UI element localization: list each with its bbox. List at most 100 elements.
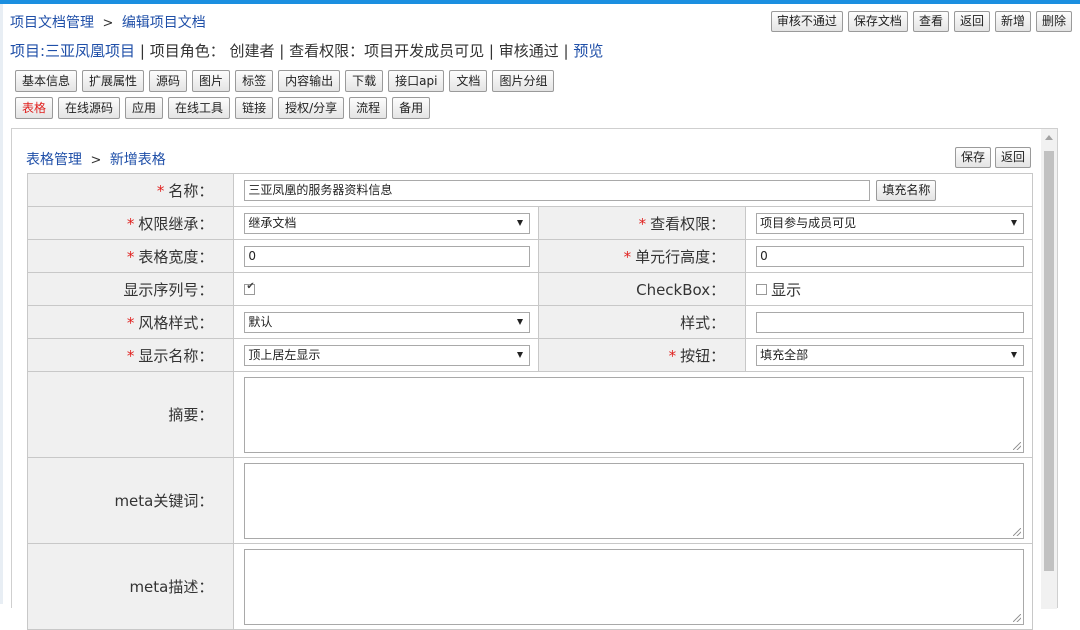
- resize-grip-icon[interactable]: [1013, 441, 1021, 450]
- name-field-cell: 三亚凤凰的服务器资料信息 填充名称: [233, 173, 1033, 207]
- row-height-input[interactable]: 0: [756, 245, 1024, 267]
- name-input[interactable]: 三亚凤凰的服务器资料信息: [244, 179, 871, 201]
- checkbox-field-cell: 显示: [745, 272, 1033, 306]
- summary-label-cell: 摘要：: [26, 371, 235, 458]
- tab-tables[interactable]: 表格: [15, 97, 54, 119]
- display-name-label: 显示名称：: [138, 346, 214, 365]
- button-select[interactable]: 填充全部: [756, 344, 1024, 366]
- tab-api[interactable]: 接口api: [388, 70, 445, 92]
- resize-grip-icon[interactable]: [1013, 613, 1021, 622]
- tab-applications[interactable]: 应用: [125, 97, 164, 119]
- form-row-display: * 显示名称： 顶上居左显示 * 按钮： 填充全部: [26, 338, 1033, 372]
- delete-button[interactable]: 删除: [1035, 11, 1072, 32]
- meta-keywords-label-cell: meta关键词：: [26, 457, 235, 544]
- tab-download[interactable]: 下载: [345, 70, 384, 92]
- breadcrumb-separator: >: [102, 16, 114, 31]
- display-name-label-cell: * 显示名称：: [26, 338, 235, 372]
- style-label-cell: * 风格样式：: [26, 305, 235, 339]
- panel-back-button[interactable]: 返回: [994, 147, 1031, 168]
- inherit-select[interactable]: 继承文档: [244, 212, 531, 234]
- display-name-select[interactable]: 顶上居左显示: [244, 344, 531, 366]
- form-row-name: * 名称： 三亚凤凰的服务器资料信息 填充名称: [26, 173, 1033, 207]
- checkbox-show-label[interactable]: 显示: [771, 281, 801, 299]
- view-button[interactable]: 查看: [912, 11, 949, 32]
- tab-images[interactable]: 图片: [192, 70, 231, 92]
- button-label-cell: * 按钮：: [538, 338, 747, 372]
- tab-content-output[interactable]: 内容输出: [278, 70, 341, 92]
- required-mark: *: [126, 313, 135, 332]
- new-table-link[interactable]: 新增表格: [110, 152, 166, 168]
- new-button[interactable]: 新增: [994, 11, 1031, 32]
- save-document-button[interactable]: 保存文档: [847, 11, 908, 32]
- view-perm-select[interactable]: 项目参与成员可见: [756, 212, 1024, 234]
- tab-source-code[interactable]: 源码: [149, 70, 188, 92]
- form-row-summary: 摘要：: [26, 371, 1033, 458]
- tab-online-source[interactable]: 在线源码: [58, 97, 121, 119]
- table-width-input[interactable]: 0: [244, 245, 531, 267]
- row-height-field-cell: 0: [745, 239, 1033, 273]
- panel-breadcrumb: 表格管理 > 新增表格: [26, 149, 166, 169]
- divider: |: [139, 42, 145, 60]
- checkbox-label-cell: CheckBox：: [538, 272, 747, 306]
- tab-documents[interactable]: 文档: [449, 70, 488, 92]
- style-field-cell: 默认: [233, 305, 540, 339]
- meta-desc-textarea[interactable]: [244, 548, 1024, 625]
- view-perm-select-value: 项目参与成员可见: [760, 215, 857, 230]
- chevron-down-icon: [517, 351, 524, 358]
- table-editor-panel: 表格管理 > 新增表格 保存 返回 * 名称： 三亚凤凰的服务器资料信息 填充名称…: [11, 128, 1058, 630]
- reject-audit-button[interactable]: 审核不通过: [770, 11, 843, 32]
- meta-desc-field-cell: [233, 543, 1033, 630]
- style-select[interactable]: 默认: [244, 311, 531, 333]
- tab-tags[interactable]: 标签: [235, 70, 274, 92]
- breadcrumb-separator: >: [90, 153, 102, 168]
- checkbox-show-checkbox[interactable]: [756, 283, 768, 295]
- summary-textarea[interactable]: [244, 376, 1024, 453]
- row-height-label: 单元行高度：: [635, 247, 726, 266]
- tab-backup[interactable]: 备用: [392, 97, 431, 119]
- project-role: 项目角色： 创建者: [149, 42, 275, 60]
- tab-links[interactable]: 链接: [235, 97, 274, 119]
- vertical-scrollbar[interactable]: [1041, 129, 1057, 609]
- meta-keywords-textarea[interactable]: [244, 462, 1024, 539]
- required-mark: *: [126, 214, 135, 233]
- resize-grip-icon[interactable]: [1013, 527, 1021, 536]
- back-button[interactable]: 返回: [953, 11, 990, 32]
- project-info-line: 项目:三亚凤凰项目 | 项目角色： 创建者 | 查看权限：项目开发成员可见 | …: [10, 40, 603, 61]
- breadcrumb-root-link[interactable]: 项目文档管理: [10, 15, 94, 31]
- required-mark: *: [623, 247, 632, 266]
- tab-online-tools[interactable]: 在线工具: [168, 97, 231, 119]
- button-field-cell: 填充全部: [745, 338, 1033, 372]
- form-row-checks: 显示序列号： CheckBox： 显示: [26, 272, 1033, 306]
- css-label: 样式：: [680, 313, 726, 332]
- css-input[interactable]: [756, 311, 1024, 333]
- table-management-link[interactable]: 表格管理: [26, 152, 82, 168]
- tab-extended-attributes[interactable]: 扩展属性: [82, 70, 145, 92]
- project-name: 项目:三亚凤凰项目: [10, 42, 136, 60]
- tab-basic-info[interactable]: 基本信息: [15, 70, 78, 92]
- left-edge-bar: [0, 4, 3, 604]
- display-name-select-value: 顶上居左显示: [248, 347, 321, 362]
- show-seq-label: 显示序列号：: [123, 280, 214, 299]
- fill-name-button[interactable]: 填充名称: [876, 179, 937, 201]
- width-label: 表格宽度：: [138, 247, 214, 266]
- form-row-permission: * 权限继承： 继承文档 * 查看权限： 项目参与成员可见: [26, 206, 1033, 240]
- tab-workflow[interactable]: 流程: [349, 97, 388, 119]
- name-label-cell: * 名称：: [26, 173, 235, 207]
- scrollbar-thumb[interactable]: [1044, 151, 1054, 571]
- view-perm-field-cell: 项目参与成员可见: [745, 206, 1033, 240]
- preview-link[interactable]: 预览: [573, 42, 603, 60]
- tab-auth-share[interactable]: 授权/分享: [278, 97, 345, 119]
- panel-save-button[interactable]: 保存: [954, 147, 991, 168]
- button-select-value: 填充全部: [760, 347, 809, 362]
- scroll-up-icon[interactable]: [1045, 135, 1053, 140]
- css-field-cell: [745, 305, 1033, 339]
- audit-status: 审核通过: [498, 42, 559, 60]
- divider: |: [488, 42, 494, 60]
- name-label: 名称：: [168, 181, 214, 200]
- breadcrumb-current-link[interactable]: 编辑项目文档: [122, 15, 206, 31]
- tab-image-groups[interactable]: 图片分组: [492, 70, 555, 92]
- required-mark: *: [668, 346, 677, 365]
- form-row-style: * 风格样式： 默认 样式：: [26, 305, 1033, 339]
- show-seq-checkbox[interactable]: [244, 281, 256, 295]
- view-perm-label: 查看权限：: [650, 214, 726, 233]
